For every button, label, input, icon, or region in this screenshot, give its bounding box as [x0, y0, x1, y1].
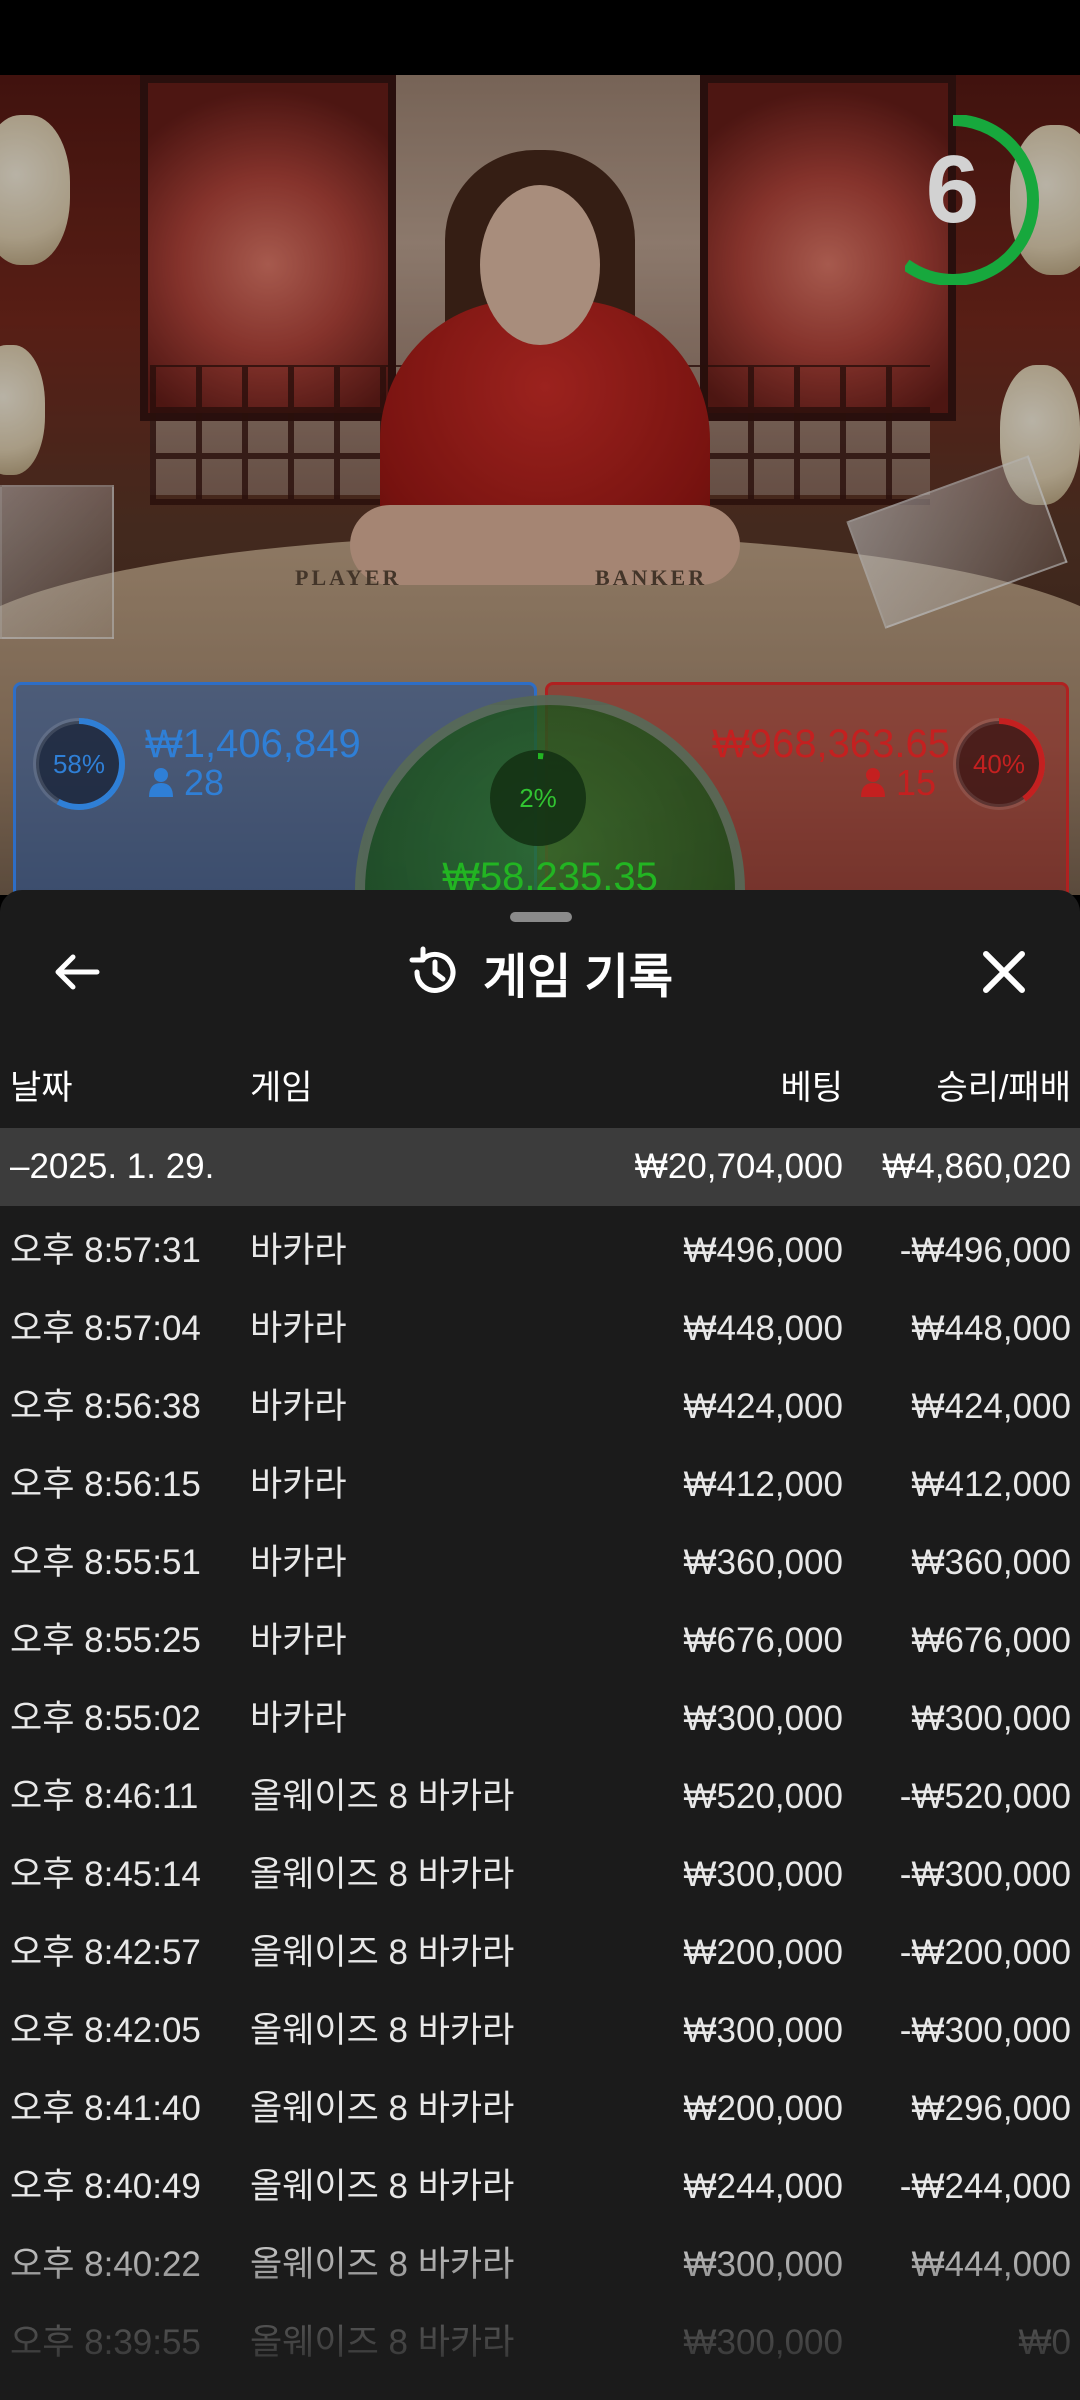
banker-percent-ring: 40%	[950, 715, 1048, 813]
banker-percent: 40%	[972, 748, 1026, 779]
row-bet: ₩520,000	[683, 1777, 843, 1816]
row-bet: ₩300,000	[683, 1699, 843, 1738]
row-bet: ₩412,000	[683, 1465, 843, 1504]
row-game: 올웨이즈 8 바카라	[250, 1777, 515, 1816]
banker-bet-amount: ₩968,363.65	[712, 722, 950, 766]
row-game: 바카라	[250, 1699, 347, 1738]
row-bet: ₩300,000	[683, 1855, 843, 1894]
summary-bet-total: ₩20,704,000	[634, 1147, 843, 1186]
sheet-title: 게임 기록	[483, 951, 673, 1004]
game-history-sheet: 게임 기록 날짜 게임 베팅 승리/패배 –2025. 1. 29. ₩20,7…	[0, 890, 1080, 2400]
tie-percent: 2%	[519, 782, 557, 813]
row-result: ₩676,000	[911, 1621, 1071, 1660]
table-row[interactable]: 오후 8:46:11 올웨이즈 8 바카라 ₩520,000 -₩520,000	[0, 1758, 1080, 1836]
person-icon	[861, 768, 885, 797]
table-row[interactable]: 오후 8:57:04 바카라 ₩448,000 ₩448,000	[0, 1290, 1080, 1368]
row-game: 바카라	[250, 1621, 347, 1660]
close-button[interactable]	[972, 940, 1036, 1004]
row-game: 바카라	[250, 1387, 347, 1426]
row-game: 올웨이즈 8 바카라	[250, 2011, 515, 2050]
row-game: 바카라	[250, 1465, 347, 1504]
table-row[interactable]: 오후 8:55:02 바카라 ₩300,000 ₩300,000	[0, 1680, 1080, 1758]
row-bet: ₩360,000	[683, 1543, 843, 1582]
row-bet: ₩424,000	[683, 1387, 843, 1426]
row-time: 오후 8:55:02	[10, 1699, 201, 1738]
table-row[interactable]: 오후 8:57:31 바카라 ₩496,000 -₩496,000	[0, 1212, 1080, 1290]
table-row[interactable]: 오후 8:56:15 바카라 ₩412,000 ₩412,000	[0, 1446, 1080, 1524]
row-game: 바카라	[250, 1231, 347, 1270]
row-time: 오후 8:57:04	[10, 1309, 201, 1348]
row-result: ₩448,000	[911, 1309, 1071, 1348]
column-header-bet[interactable]: 베팅	[780, 1060, 843, 1109]
row-time: 오후 8:57:31	[10, 1231, 201, 1270]
row-result: -₩300,000	[899, 2011, 1071, 2050]
column-header-game[interactable]: 게임	[250, 1060, 313, 1109]
player-percent: 58%	[52, 748, 106, 779]
row-game: 올웨이즈 8 바카라	[250, 2089, 515, 2128]
countdown-number: 6	[925, 136, 980, 243]
banker-count: 15	[860, 762, 936, 804]
row-result: ₩296,000	[911, 2089, 1071, 2128]
row-time: 오후 8:55:25	[10, 1621, 201, 1660]
player-percent-ring: 58%	[30, 715, 128, 813]
sheet-header: 게임 기록	[0, 934, 1080, 1010]
row-result: -₩496,000	[899, 1231, 1071, 1270]
banker-count-value: 15	[896, 762, 937, 803]
row-time: 오후 8:45:14	[10, 1855, 201, 1894]
row-game: 올웨이즈 8 바카라	[250, 1855, 515, 1894]
row-bet: ₩200,000	[683, 2089, 843, 2128]
row-bet: ₩496,000	[683, 1231, 843, 1270]
row-time: 오후 8:56:15	[10, 1465, 201, 1504]
drag-handle[interactable]	[510, 912, 572, 922]
row-time: 오후 8:56:38	[10, 1387, 201, 1426]
table-row[interactable]: 오후 8:45:14 올웨이즈 8 바카라 ₩300,000 -₩300,000	[0, 1836, 1080, 1914]
table-row[interactable]: 오후 8:42:57 올웨이즈 8 바카라 ₩200,000 -₩200,000	[0, 1914, 1080, 1992]
table-row[interactable]: 오후 8:41:40 올웨이즈 8 바카라 ₩200,000 ₩296,000	[0, 2070, 1080, 2148]
history-icon	[409, 946, 456, 993]
column-header-date[interactable]: 날짜	[10, 1060, 73, 1109]
status-bar	[0, 0, 1080, 75]
row-time: 오후 8:46:11	[10, 1777, 199, 1816]
summary-result-total: ₩4,860,020	[882, 1147, 1071, 1186]
close-icon	[983, 951, 1025, 993]
list-fade	[0, 2220, 1080, 2400]
row-time: 오후 8:41:40	[10, 2089, 201, 2128]
countdown-timer: 6	[867, 114, 1055, 286]
row-game: 바카라	[250, 1543, 347, 1582]
row-result: -₩300,000	[899, 1855, 1071, 1894]
summary-date: –2025. 1. 29.	[10, 1147, 215, 1186]
row-time: 오후 8:55:51	[10, 1543, 201, 1582]
row-time: 오후 8:40:49	[10, 2167, 201, 2206]
date-group-summary-row[interactable]: –2025. 1. 29. ₩20,704,000 ₩4,860,020	[0, 1128, 1080, 1206]
row-result: ₩424,000	[911, 1387, 1071, 1426]
player-count-value: 28	[184, 762, 225, 803]
table-row[interactable]: 오후 8:40:49 올웨이즈 8 바카라 ₩244,000 -₩244,000	[0, 2148, 1080, 2226]
row-result: -₩244,000	[899, 2167, 1071, 2206]
table-row[interactable]: 오후 8:42:05 올웨이즈 8 바카라 ₩300,000 -₩300,000	[0, 1992, 1080, 2070]
person-icon	[149, 768, 173, 797]
row-time: 오후 8:42:57	[10, 1933, 201, 1972]
row-result: -₩200,000	[899, 1933, 1071, 1972]
row-time: 오후 8:42:05	[10, 2011, 201, 2050]
row-game: 바카라	[250, 1309, 347, 1348]
history-list: 오후 8:57:31 바카라 ₩496,000 -₩496,000 오후 8:57:04…	[0, 1212, 1080, 2382]
table-row[interactable]: 오후 8:56:38 바카라 ₩424,000 ₩424,000	[0, 1368, 1080, 1446]
player-count: 28	[148, 762, 224, 804]
row-result: ₩412,000	[911, 1465, 1071, 1504]
table-row[interactable]: 오후 8:55:51 바카라 ₩360,000 ₩360,000	[0, 1524, 1080, 1602]
player-bet-amount: ₩1,406,849	[145, 722, 361, 766]
row-bet: ₩676,000	[683, 1621, 843, 1660]
column-header-result[interactable]: 승리/패배	[936, 1060, 1071, 1109]
row-bet: ₩200,000	[683, 1933, 843, 1972]
row-game: 올웨이즈 8 바카라	[250, 2167, 515, 2206]
row-result: -₩520,000	[899, 1777, 1071, 1816]
table-row[interactable]: 오후 8:55:25 바카라 ₩676,000 ₩676,000	[0, 1602, 1080, 1680]
row-game: 올웨이즈 8 바카라	[250, 1933, 515, 1972]
row-bet: ₩300,000	[683, 2011, 843, 2050]
row-bet: ₩448,000	[683, 1309, 843, 1348]
row-result: ₩360,000	[911, 1543, 1071, 1582]
row-result: ₩300,000	[911, 1699, 1071, 1738]
row-bet: ₩244,000	[683, 2167, 843, 2206]
